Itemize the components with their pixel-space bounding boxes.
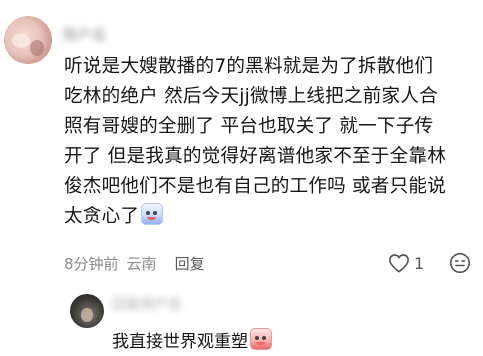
avatar-image-part — [30, 40, 44, 56]
emoji-menu-icon — [450, 253, 470, 273]
comment-line: 照有哥嫂的全删了 平台也取关了 就一下子传 — [64, 116, 434, 137]
comment-line: 吃林的绝户 然后今天jj微博上线把之前家人合 — [64, 86, 438, 107]
emoji-menu-button[interactable] — [449, 252, 471, 274]
avatar-image-part — [12, 34, 30, 48]
reply-username-text: 回复用户名 — [112, 297, 182, 313]
reply-text: 我直接世界观重塑 — [112, 328, 272, 354]
reply-button[interactable]: 回复 — [175, 253, 205, 274]
reply-username[interactable]: 回复用户名 — [112, 294, 192, 313]
comment-line: 俊杰吧他们不是也有自己的工作吗 或者只能说 — [64, 176, 446, 197]
comment-line-text: 太贪心了 — [64, 206, 140, 227]
comment-line: 开了 但是我真的觉得好离谱他家不至于全靠林 — [64, 146, 446, 167]
comment-text: 听说是大嫂散播的7的黑料就是为了拆散他们 吃林的绝户 然后今天jj微博上线把之前… — [64, 52, 476, 232]
sweat-smile-emoji-icon — [141, 203, 164, 225]
comment-meta: 8分钟前 云南 回复 — [64, 252, 205, 274]
avatar[interactable] — [4, 16, 52, 64]
comment-region: 云南 — [126, 254, 157, 273]
comment-time: 8分钟前 — [64, 254, 119, 273]
comment-line: 听说是大嫂散播的7的黑料就是为了拆散他们 — [64, 56, 434, 77]
avatar-image-part — [81, 308, 93, 322]
like-count: 1 — [414, 253, 425, 273]
comment-thread: 用户名 听说是大嫂散播的7的黑料就是为了拆散他们 吃林的绝户 然后今天jj微博上… — [0, 0, 483, 356]
crying-emoji-icon — [250, 328, 272, 350]
comment-username[interactable]: 用户名 — [62, 24, 130, 44]
reply-avatar[interactable] — [70, 294, 104, 328]
like-button[interactable]: 1 — [388, 252, 424, 274]
heart-outline-icon — [389, 254, 409, 273]
comment-line-last: 太贪心了 — [64, 202, 476, 232]
username-text: 用户名 — [62, 26, 108, 44]
reply-text-content: 我直接世界观重塑 — [112, 332, 248, 352]
